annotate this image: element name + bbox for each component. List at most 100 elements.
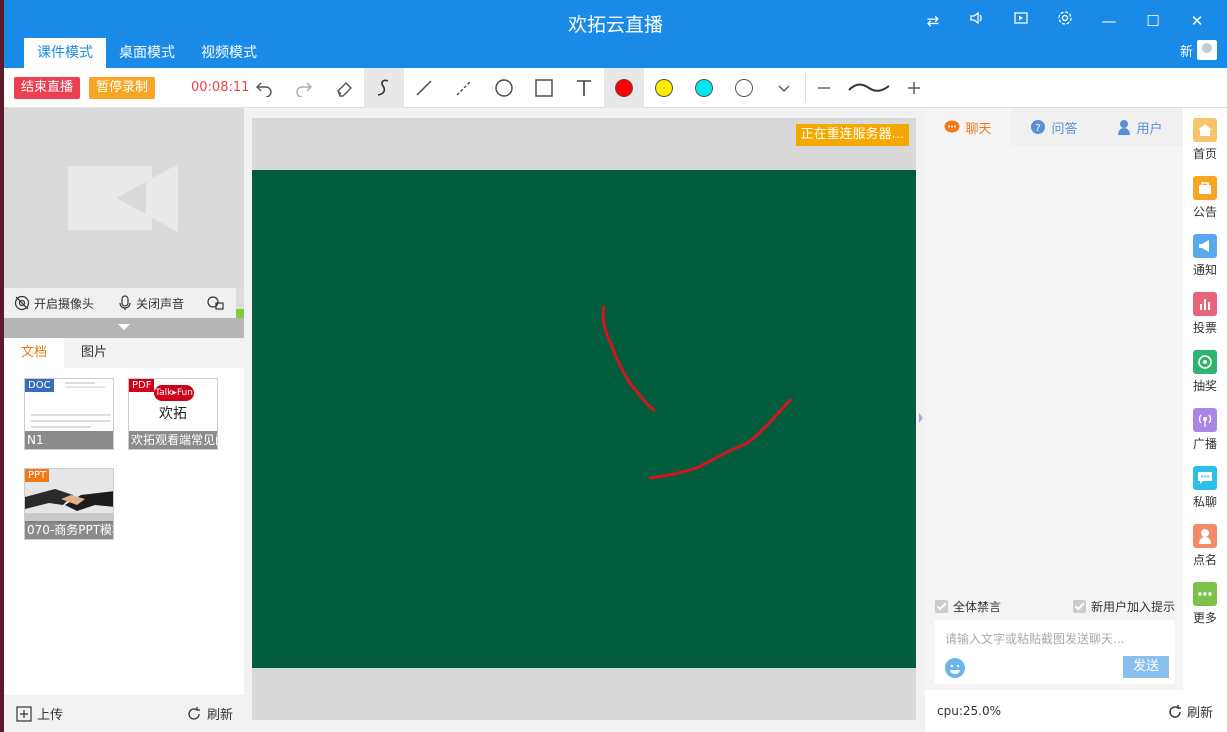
chat-panel: 聊天 ? 问答 用户 全体禁言 新用户加入提示 请输入文字或粘贴截图发送聊天..…: [925, 108, 1183, 690]
bag-icon: [1193, 176, 1217, 200]
screen-icon[interactable]: [999, 8, 1043, 34]
volume-icon[interactable]: [955, 8, 999, 34]
tab-video-mode[interactable]: 视频模式: [188, 38, 270, 68]
upload-button[interactable]: 上传: [16, 704, 63, 723]
circle-icon[interactable]: [484, 68, 524, 108]
document-thumbnail[interactable]: PPT 070-商务PPT模板: [24, 468, 114, 540]
line-icon[interactable]: [404, 68, 444, 108]
tab-images[interactable]: 图片: [64, 338, 124, 368]
refresh-icon: [1169, 704, 1181, 718]
question-icon: ?: [1031, 120, 1046, 134]
user-info[interactable]: 新: [1180, 40, 1217, 60]
tab-courseware-mode[interactable]: 课件模式: [24, 38, 106, 68]
end-live-button[interactable]: 结束直播: [14, 77, 81, 99]
home-icon: [1193, 118, 1217, 142]
new-user-notice-checkbox[interactable]: 新用户加入提示: [1072, 598, 1175, 615]
eraser-icon[interactable]: [324, 68, 364, 108]
logo-text: 欢拓: [159, 406, 187, 422]
mute-button[interactable]: 关闭声音: [118, 295, 184, 312]
menu-more[interactable]: 更多: [1183, 582, 1227, 626]
menu-lottery[interactable]: 抽奖: [1183, 350, 1227, 394]
swap-icon[interactable]: ⇄: [911, 8, 955, 34]
menu-roll-call[interactable]: 点名: [1183, 524, 1227, 568]
tab-chat[interactable]: 聊天: [925, 108, 1011, 146]
menu-broadcast[interactable]: 广播: [1183, 408, 1227, 452]
broadcast-icon: [1193, 408, 1217, 432]
color-cyan-icon[interactable]: [684, 68, 724, 108]
new-user-notice-label: 新用户加入提示: [1090, 600, 1175, 614]
redo-icon[interactable]: [284, 68, 324, 108]
side-menu: 首页 公告 通知 投票 抽奖 广播 私聊 点名 更多: [1183, 108, 1227, 690]
document-tabs: 文档 图片: [4, 338, 244, 368]
refresh-chat-button[interactable]: 刷新: [1167, 702, 1213, 721]
chat-input[interactable]: 请输入文字或粘贴截图发送聊天... 发送: [935, 620, 1175, 684]
refresh-documents-button[interactable]: 刷新: [186, 704, 233, 723]
document-name: N1: [25, 431, 113, 449]
doc-type-badge: PPT: [25, 469, 50, 482]
mute-all-checkbox[interactable]: 全体禁言: [935, 598, 1001, 615]
cpu-usage: cpu:25.0%: [937, 704, 1001, 718]
tab-qa[interactable]: ? 问答: [1011, 108, 1097, 146]
dashed-line-icon[interactable]: [444, 68, 484, 108]
title-bar: 欢拓云直播 ⇄ — ☐ ✕ 课件模式 桌面模式 视频模式 新: [4, 0, 1227, 68]
undo-icon[interactable]: [244, 68, 284, 108]
audio-level-bar: [236, 288, 244, 318]
document-name: 欢拓观看端常见问题: [129, 431, 217, 449]
upload-label: 上传: [37, 708, 64, 723]
stroke-decrease-icon[interactable]: [804, 68, 844, 108]
menu-announcement[interactable]: 公告: [1183, 176, 1227, 220]
whiteboard-canvas[interactable]: [252, 170, 916, 668]
menu-vote-label: 投票: [1192, 321, 1217, 335]
document-thumbnail[interactable]: Talk▸Fun 欢拓 PDF 欢拓观看端常见问题: [128, 378, 218, 450]
left-panel: 开启摄像头 关闭声音 文档 图片 DOC N1 Talk▸Fun 欢拓 PDF …: [4, 108, 244, 732]
camera-settings-icon[interactable]: [206, 295, 224, 311]
text-icon[interactable]: [564, 68, 604, 108]
avatar[interactable]: [1197, 40, 1217, 60]
emoji-icon[interactable]: [945, 658, 965, 678]
camera-off-icon: [14, 295, 30, 311]
chat-options: 全体禁言 新用户加入提示: [935, 598, 1175, 615]
menu-roll-call-label: 点名: [1192, 553, 1217, 567]
collapse-toggle[interactable]: [4, 318, 244, 338]
app-window: 欢拓云直播 ⇄ — ☐ ✕ 课件模式 桌面模式 视频模式 新 结束直播 暂停录制…: [4, 0, 1227, 732]
user-name: 新: [1179, 44, 1193, 60]
maximize-icon[interactable]: ☐: [1131, 8, 1175, 34]
rectangle-icon[interactable]: [524, 68, 564, 108]
tab-chat-label: 聊天: [965, 121, 992, 137]
pen-icon[interactable]: [364, 68, 404, 108]
document-thumbnail[interactable]: DOC N1: [24, 378, 114, 450]
menu-private-chat[interactable]: 私聊: [1183, 466, 1227, 510]
chat-tabs: 聊天 ? 问答 用户: [925, 108, 1183, 146]
color-yellow-icon[interactable]: [644, 68, 684, 108]
stroke-increase-icon[interactable]: [894, 68, 934, 108]
tab-users[interactable]: 用户: [1097, 108, 1183, 146]
menu-announcement-label: 公告: [1192, 205, 1217, 219]
chevron-down-icon[interactable]: [764, 68, 804, 108]
pen-stroke-drawing: [601, 305, 792, 480]
svg-text:?: ?: [1036, 123, 1041, 134]
open-camera-button[interactable]: 开启摄像头: [14, 295, 94, 312]
color-white-icon[interactable]: [724, 68, 764, 108]
user-icon: [1118, 120, 1131, 135]
minimize-icon[interactable]: —: [1087, 8, 1131, 34]
send-button[interactable]: 发送: [1123, 656, 1169, 678]
tab-desktop-mode[interactable]: 桌面模式: [106, 38, 188, 68]
menu-home-label: 首页: [1192, 147, 1217, 161]
checkbox-icon: [935, 600, 948, 613]
document-name: 070-商务PPT模板: [25, 521, 113, 539]
panel-splitter[interactable]: [917, 108, 925, 732]
gear-icon[interactable]: [1043, 8, 1087, 34]
stroke-width-icon[interactable]: [844, 68, 894, 108]
menu-notice[interactable]: 通知: [1183, 234, 1227, 278]
doc-type-badge: PDF: [129, 379, 155, 392]
pause-record-button[interactable]: 暂停录制: [89, 77, 156, 99]
close-icon[interactable]: ✕: [1175, 8, 1219, 34]
menu-vote[interactable]: 投票: [1183, 292, 1227, 336]
color-red-icon[interactable]: [604, 68, 644, 108]
refresh-icon: [188, 706, 200, 720]
menu-home[interactable]: 首页: [1183, 118, 1227, 162]
open-camera-label: 开启摄像头: [34, 296, 95, 311]
status-bar: cpu:25.0% 刷新: [925, 690, 1227, 732]
tab-documents[interactable]: 文档: [4, 338, 64, 368]
menu-notice-label: 通知: [1192, 263, 1217, 277]
